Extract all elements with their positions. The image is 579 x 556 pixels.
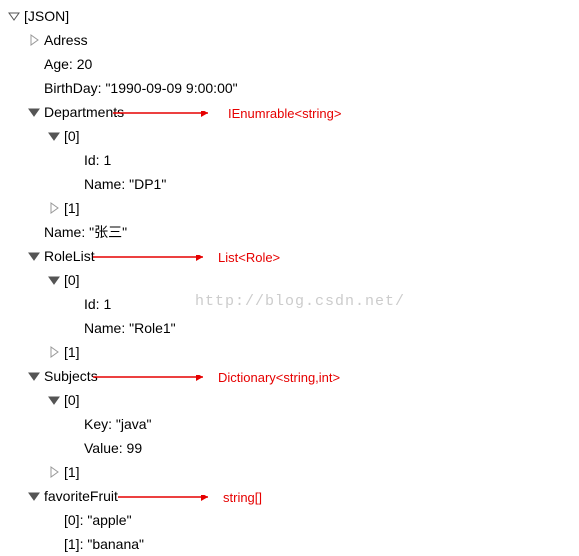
expand-closed-icon[interactable] xyxy=(28,34,40,46)
tree-node-age[interactable]: Age: 20 xyxy=(8,52,571,76)
tree-node-dept-1[interactable]: [1] xyxy=(8,196,571,220)
expand-open-icon[interactable] xyxy=(48,394,60,406)
role-0-label: [0] xyxy=(64,272,80,288)
tree-node-fruit-1[interactable]: [1]: "banana" xyxy=(8,532,571,556)
adress-label: Adress xyxy=(44,32,88,48)
fruit-0-label: [0]: "apple" xyxy=(64,512,132,528)
arrow-icon xyxy=(113,111,218,119)
role-0-name: Name: "Role1" xyxy=(84,320,176,336)
age-label: Age: 20 xyxy=(44,56,92,72)
role-0-id: Id: 1 xyxy=(84,296,111,312)
subj-0-value: Value: 99 xyxy=(84,440,142,456)
tree-node-subjects[interactable]: Subjects Dictionary<string,int> xyxy=(8,364,571,388)
subjects-label: Subjects xyxy=(44,368,98,384)
root-label: [JSON] xyxy=(24,8,69,24)
expand-closed-icon[interactable] xyxy=(48,202,60,214)
expand-open-icon[interactable] xyxy=(48,130,60,142)
expand-open-icon[interactable] xyxy=(48,274,60,286)
tree-node-role-1[interactable]: [1] xyxy=(8,340,571,364)
arrow-icon xyxy=(93,375,213,383)
tree-node-role-0-name[interactable]: Name: "Role1" xyxy=(8,316,571,340)
expand-open-icon[interactable] xyxy=(28,106,40,118)
name-label: Name: "张三" xyxy=(44,224,127,240)
expand-open-icon[interactable] xyxy=(28,250,40,262)
tree-node-subj-0-value[interactable]: Value: 99 xyxy=(8,436,571,460)
annotation-rolelist: List<Role> xyxy=(218,246,280,270)
tree-node-subj-0[interactable]: [0] xyxy=(8,388,571,412)
favoritefruit-label: favoriteFruit xyxy=(44,488,118,504)
dept-0-label: [0] xyxy=(64,128,80,144)
tree-node-favoritefruit[interactable]: favoriteFruit string[] xyxy=(8,484,571,508)
tree-node-role-0[interactable]: [0] xyxy=(8,268,571,292)
fruit-1-label: [1]: "banana" xyxy=(64,536,144,552)
tree-node-birthday[interactable]: BirthDay: "1990-09-09 9:00:00" xyxy=(8,76,571,100)
subj-0-label: [0] xyxy=(64,392,80,408)
expand-closed-icon[interactable] xyxy=(48,466,60,478)
birthday-label: BirthDay: "1990-09-09 9:00:00" xyxy=(44,80,238,96)
expand-open-icon[interactable] xyxy=(28,490,40,502)
tree-node-dept-0[interactable]: [0] xyxy=(8,124,571,148)
rolelist-label: RoleList xyxy=(44,248,95,264)
tree-node-subj-0-key[interactable]: Key: "java" xyxy=(8,412,571,436)
tree-root[interactable]: [JSON] xyxy=(8,4,571,28)
dept-0-id: Id: 1 xyxy=(84,152,111,168)
expand-closed-icon[interactable] xyxy=(48,346,60,358)
arrow-icon xyxy=(118,495,218,503)
tree-node-fruit-0[interactable]: [0]: "apple" xyxy=(8,508,571,532)
expand-open-icon[interactable] xyxy=(28,370,40,382)
tree-node-name[interactable]: Name: "张三" xyxy=(8,220,571,244)
tree-node-departments[interactable]: Departments IEnumrable<string> xyxy=(8,100,571,124)
tree-node-rolelist[interactable]: RoleList List<Role> xyxy=(8,244,571,268)
expand-open-icon[interactable] xyxy=(8,10,20,22)
dept-0-name: Name: "DP1" xyxy=(84,176,166,192)
role-1-label: [1] xyxy=(64,344,80,360)
annotation-subjects: Dictionary<string,int> xyxy=(218,366,340,390)
tree-node-role-0-id[interactable]: Id: 1 xyxy=(8,292,571,316)
dept-1-label: [1] xyxy=(64,200,80,216)
tree-node-dept-0-name[interactable]: Name: "DP1" xyxy=(8,172,571,196)
tree-node-subj-1[interactable]: [1] xyxy=(8,460,571,484)
tree-node-dept-0-id[interactable]: Id: 1 xyxy=(8,148,571,172)
annotation-favoritefruit: string[] xyxy=(223,486,262,510)
subj-0-key: Key: "java" xyxy=(84,416,152,432)
annotation-departments: IEnumrable<string> xyxy=(228,102,341,126)
subj-1-label: [1] xyxy=(64,464,80,480)
tree-node-adress[interactable]: Adress xyxy=(8,28,571,52)
arrow-icon xyxy=(93,255,213,263)
